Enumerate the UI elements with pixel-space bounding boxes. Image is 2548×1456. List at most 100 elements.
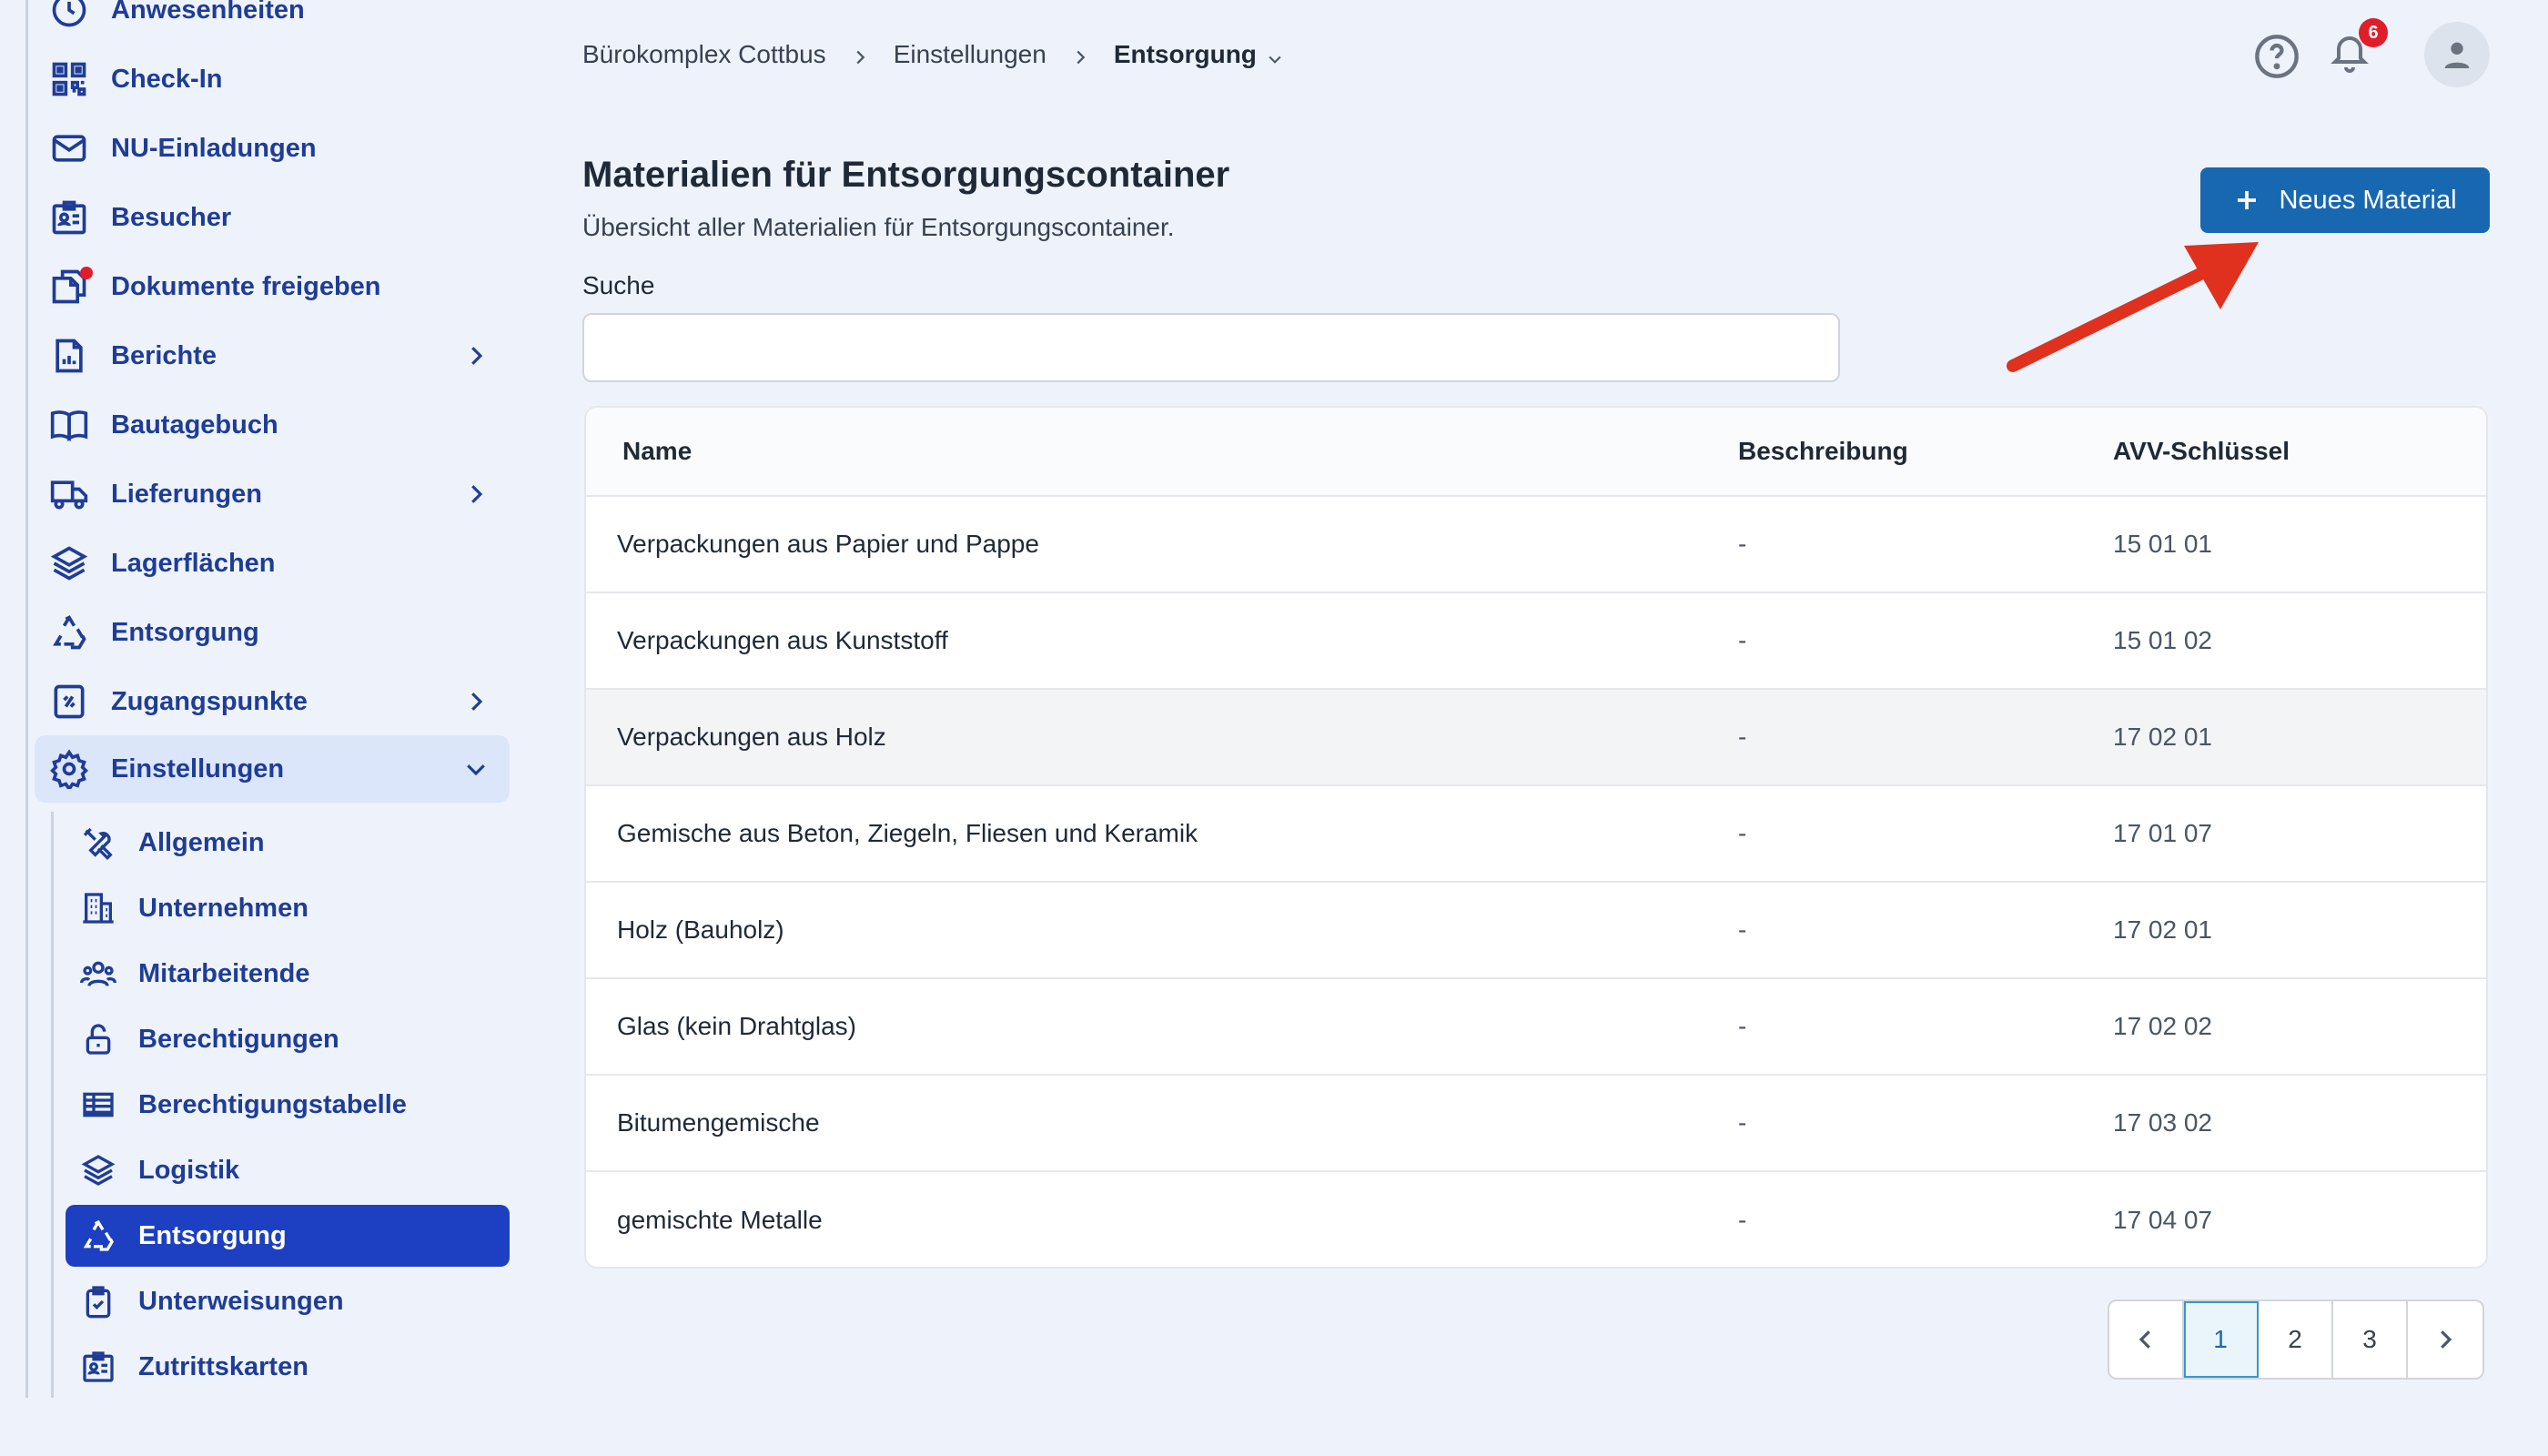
help-icon[interactable] [2253, 33, 2300, 80]
sidebar-item-label: Dokumente freigeben [111, 271, 381, 301]
pagination: 1 2 3 [2108, 1299, 2484, 1380]
sidebar-divider [25, 0, 28, 1398]
sidebar-item-einstellungen[interactable]: Einstellungen [35, 735, 510, 803]
sidebar-subitem-zutrittskarten[interactable]: Zutrittskarten [66, 1336, 510, 1398]
envelope-icon [47, 126, 91, 170]
previous-page-button[interactable] [2109, 1301, 2184, 1378]
breadcrumb-current[interactable]: Entsorgung [1114, 40, 1257, 69]
book-icon [47, 403, 91, 447]
sidebar-subitem-entsorgung[interactable]: Entsorgung [66, 1205, 510, 1267]
table-row[interactable]: Verpackungen aus Holz - 17 02 01 [586, 690, 2486, 786]
column-header-avv[interactable]: AVV-Schlüssel [2113, 437, 2477, 466]
chevron-down-icon[interactable] [1266, 46, 1284, 64]
cell-avv: 17 04 07 [2113, 1206, 2212, 1234]
new-material-label: Neues Material [2279, 185, 2457, 215]
avatar[interactable] [2424, 22, 2490, 87]
sidebar-item-berichte[interactable]: Berichte [35, 322, 510, 389]
cell-avv: 17 03 02 [2113, 1108, 2212, 1137]
sidebar-subitem-label: Entsorgung [138, 1220, 287, 1250]
table-row[interactable]: Holz (Bauholz) - 17 02 01 [586, 883, 2486, 979]
sidebar-item-label: Zugangspunkte [111, 686, 308, 716]
unlock-icon [78, 1019, 118, 1059]
recycle-icon [78, 1216, 118, 1256]
chevron-right-icon [462, 688, 490, 715]
users-icon [78, 954, 118, 994]
sidebar-item-check-in[interactable]: Check-In [35, 46, 510, 113]
cell-description: - [1738, 915, 1747, 944]
sidebar-subitem-label: Allgemein [138, 827, 265, 857]
search-input[interactable] [582, 313, 1840, 382]
column-header-beschreibung[interactable]: Beschreibung [1738, 437, 2113, 466]
sidebar-item-label: Bautagebuch [111, 410, 278, 440]
cell-avv: 17 02 01 [2113, 915, 2212, 944]
cell-avv: 15 01 01 [2113, 530, 2212, 558]
sidebar-subitem-logistik[interactable]: Logistik [66, 1139, 510, 1201]
page-button-2[interactable]: 2 [2259, 1301, 2333, 1378]
sidebar-subitem-berechtigungen[interactable]: Berechtigungen [66, 1008, 510, 1070]
table-row[interactable]: Bitumengemische - 17 03 02 [586, 1076, 2486, 1172]
chevron-left-icon [2138, 1330, 2150, 1349]
cell-name: Verpackungen aus Papier und Pappe [617, 530, 1039, 558]
chevron-right-icon [2441, 1330, 2452, 1349]
notification-badge: 6 [2359, 18, 2388, 47]
sidebar-subitem-label: Logistik [138, 1155, 240, 1185]
breadcrumb-item[interactable]: Bürokomplex Cottbus [582, 40, 826, 69]
documents-icon [47, 265, 93, 308]
search-label: Suche [582, 271, 655, 299]
table-row[interactable]: Verpackungen aus Papier und Pappe - 15 0… [586, 497, 2486, 593]
recycle-icon [47, 611, 91, 654]
sidebar-item-label: Entsorgung [111, 617, 259, 647]
page-button-1[interactable]: 1 [2184, 1301, 2259, 1378]
sidebar-item-nu-einladungen[interactable]: NU-Einladungen [35, 115, 510, 182]
materials-table: Name Beschreibung AVV-Schlüssel Verpacku… [584, 406, 2488, 1269]
submenu-divider [51, 812, 54, 1398]
sidebar-item-bautagebuch[interactable]: Bautagebuch [35, 391, 510, 459]
sidebar-subitem-allgemein[interactable]: Allgemein [66, 812, 510, 874]
cell-description: - [1738, 723, 1747, 751]
sidebar-subitem-unterweisungen[interactable]: Unterweisungen [66, 1270, 510, 1332]
sidebar-subitem-berechtigungstabelle[interactable]: Berechtigungstabelle [66, 1074, 510, 1136]
sidebar-item-label: Berichte [111, 340, 217, 370]
layers-icon [78, 1150, 118, 1190]
cell-avv: 17 02 02 [2113, 1012, 2212, 1040]
table-row[interactable]: Glas (kein Drahtglas) - 17 02 02 [586, 979, 2486, 1076]
cell-name: Gemische aus Beton, Ziegeln, Fliesen und… [617, 819, 1198, 847]
building-icon [78, 888, 118, 928]
new-material-button[interactable]: Neues Material [2200, 167, 2490, 233]
table-header: Name Beschreibung AVV-Schlüssel [586, 408, 2486, 497]
chevron-right-icon [462, 342, 490, 369]
page-button-3[interactable]: 3 [2333, 1301, 2408, 1378]
breadcrumb-item[interactable]: Einstellungen [894, 40, 1046, 69]
sidebar-subitem-label: Unterweisungen [138, 1286, 344, 1316]
table-row[interactable]: gemischte Metalle - 17 04 07 [586, 1172, 2486, 1267]
sidebar-item-label: NU-Einladungen [111, 133, 317, 163]
next-page-button[interactable] [2408, 1301, 2482, 1378]
clipboard-check-icon [78, 1281, 118, 1321]
id-card-icon [78, 1347, 118, 1387]
cell-name: gemischte Metalle [617, 1206, 823, 1234]
sidebar-subitem-mitarbeitende[interactable]: Mitarbeitende [66, 943, 510, 1005]
sidebar-subitem-unternehmen[interactable]: Unternehmen [66, 877, 510, 939]
sidebar-item-besucher[interactable]: Besucher [35, 184, 510, 251]
cell-name: Verpackungen aus Holz [617, 723, 886, 751]
table-row[interactable]: Gemische aus Beton, Ziegeln, Fliesen und… [586, 786, 2486, 883]
page-title: Materialien für Entsorgungscontainer [582, 155, 1230, 195]
sidebar-item-zugangspunkte[interactable]: Zugangspunkte [35, 668, 510, 735]
sidebar-item-label: Einstellungen [111, 753, 285, 784]
sidebar-item-label: Lieferungen [111, 479, 262, 509]
report-icon [47, 334, 91, 378]
notification-dot [80, 267, 93, 279]
sidebar-item-lieferungen[interactable]: Lieferungen [35, 460, 510, 528]
cell-description: - [1738, 819, 1747, 847]
sidebar-item-entsorgung[interactable]: Entsorgung [35, 599, 510, 666]
column-header-name[interactable]: Name [586, 437, 1738, 466]
table-row[interactable]: Verpackungen aus Kunststoff - 15 01 02 [586, 593, 2486, 690]
cell-description: - [1738, 530, 1747, 558]
sidebar-item-anwesenheiten[interactable]: Anwesenheiten [35, 0, 510, 44]
cell-description: - [1738, 1206, 1747, 1234]
sidebar: Anwesenheiten Check-In NU-Einladungen Be… [0, 0, 528, 1398]
sidebar-subitem-label: Mitarbeitende [138, 958, 310, 988]
sidebar-item-lagerflaechen[interactable]: Lagerflächen [35, 530, 510, 597]
sidebar-item-dokumente-freigeben[interactable]: Dokumente freigeben [35, 253, 510, 320]
user-icon [2444, 42, 2470, 68]
